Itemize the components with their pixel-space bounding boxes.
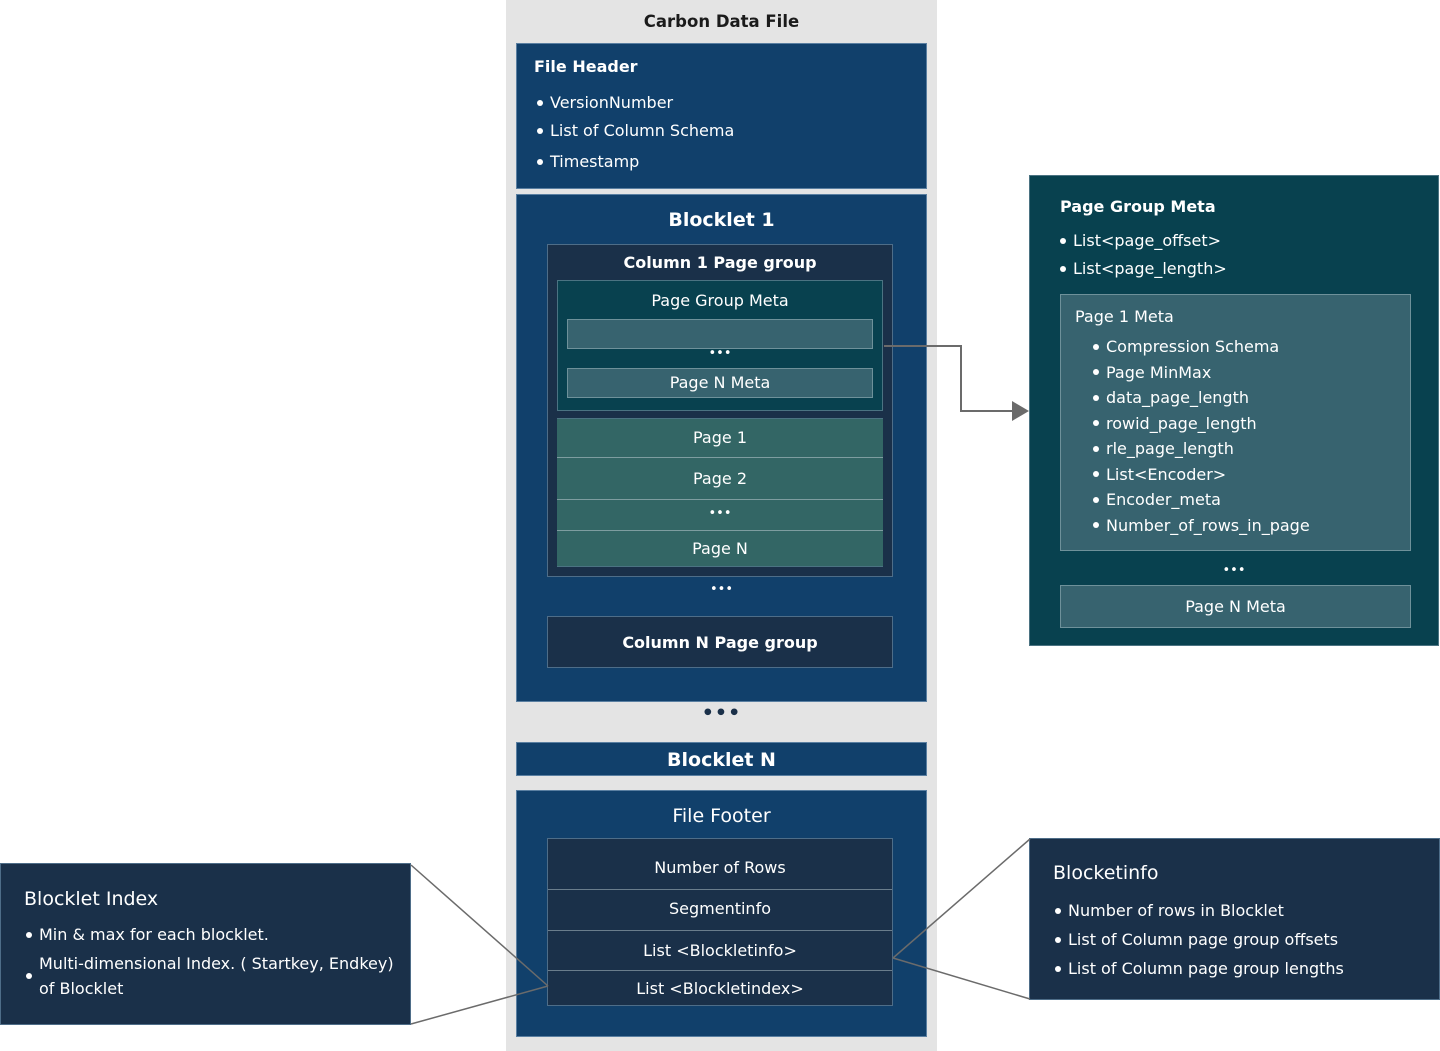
blockletinfo-title: Blocketinfo	[1053, 862, 1159, 884]
blocklet-index-list: Min & max for each blocklet. Multi-dimen…	[24, 922, 394, 1005]
file-header-item: VersionNumber	[535, 89, 734, 117]
blockletinfo-item: List of Column page group lengths	[1053, 954, 1344, 983]
footer-row-blockletindex: List <Blockletindex>	[636, 979, 804, 998]
page-1-meta-slot	[567, 319, 873, 349]
page-meta-item: List<Encoder>	[1091, 462, 1310, 488]
page-1-meta-list: Compression Schema Page MinMax data_page…	[1091, 334, 1310, 538]
blockletinfo-item: List of Column page group offsets	[1053, 925, 1344, 954]
page-1-meta-title: Page 1 Meta	[1075, 307, 1174, 326]
column-n-page-group: Column N Page group	[547, 616, 893, 668]
page-meta-item: Encoder_meta	[1091, 487, 1310, 513]
file-footer-title: File Footer	[672, 805, 771, 827]
page-group-meta-item: List<page_length>	[1058, 255, 1227, 283]
file-header-block: File Header VersionNumber List of Column…	[516, 43, 927, 189]
column-1-page-group-title: Column 1 Page group	[623, 253, 817, 272]
page-meta-detail-ellipsis: •••	[1222, 563, 1246, 578]
page-meta-item: rowid_page_length	[1091, 411, 1310, 437]
page-ellipsis: •••	[557, 500, 883, 531]
blockletinfo-item: Number of rows in Blocklet	[1053, 896, 1344, 925]
footer-row-number-of-rows: Number of Rows	[548, 839, 892, 890]
page-1-meta-detail: Page 1 Meta Compression Schema Page MinM…	[1060, 294, 1411, 551]
page-2: Page 2	[557, 458, 883, 500]
blocklet-ellipsis: •••	[701, 702, 742, 724]
column-ellipsis: •••	[709, 582, 733, 597]
carbon-data-file-title: Carbon Data File	[643, 12, 800, 31]
file-header-item: List of Column Schema	[535, 117, 734, 145]
file-header-item: Timestamp	[535, 148, 734, 176]
blocklet-index-callout: Blocklet Index Min & max for each blockl…	[0, 863, 411, 1025]
page-group-meta-item: List<page_offset>	[1058, 227, 1227, 255]
page-meta-item: Compression Schema	[1091, 334, 1310, 360]
page-n: Page N	[557, 531, 883, 567]
page-meta-ellipsis: •••	[708, 346, 732, 361]
file-header-list: VersionNumber List of Column Schema Time…	[535, 89, 734, 176]
blockletinfo-callout: Blocketinfo Number of rows in Blocklet L…	[1029, 838, 1440, 1000]
page-meta-item: data_page_length	[1091, 385, 1310, 411]
file-header-title: File Header	[534, 57, 638, 76]
blocklet-index-title: Blocklet Index	[24, 888, 159, 910]
blocklet-n-block: Blocklet N	[516, 742, 927, 776]
page-1: Page 1	[557, 418, 883, 458]
page-meta-item: rle_page_length	[1091, 436, 1310, 462]
page-group-meta-detail-list: List<page_offset> List<page_length>	[1058, 227, 1227, 283]
footer-row-blockletinfo: List <Blockletinfo>	[548, 931, 892, 971]
page-group-meta-detail-title: Page Group Meta	[1060, 197, 1216, 216]
page-meta-item: Page MinMax	[1091, 360, 1310, 386]
blocklet-index-item: Min & max for each blocklet.	[24, 922, 394, 947]
page-n-meta-detail: Page N Meta	[1060, 585, 1411, 628]
blocklet-index-item: Multi-dimensional Index. ( Startkey, End…	[24, 951, 394, 1001]
file-footer-rows: Number of Rows Segmentinfo List <Blockle…	[547, 838, 893, 1006]
page-n-meta-slot: Page N Meta	[567, 368, 873, 398]
page-meta-item: Number_of_rows_in_page	[1091, 513, 1310, 539]
arrowhead-icon	[1012, 401, 1029, 421]
blockletinfo-list: Number of rows in Blocklet List of Colum…	[1053, 896, 1344, 983]
page-group-meta-title: Page Group Meta	[651, 291, 789, 310]
blocklet-1-title: Blocklet 1	[668, 209, 775, 231]
footer-row-segmentinfo: Segmentinfo	[548, 890, 892, 931]
